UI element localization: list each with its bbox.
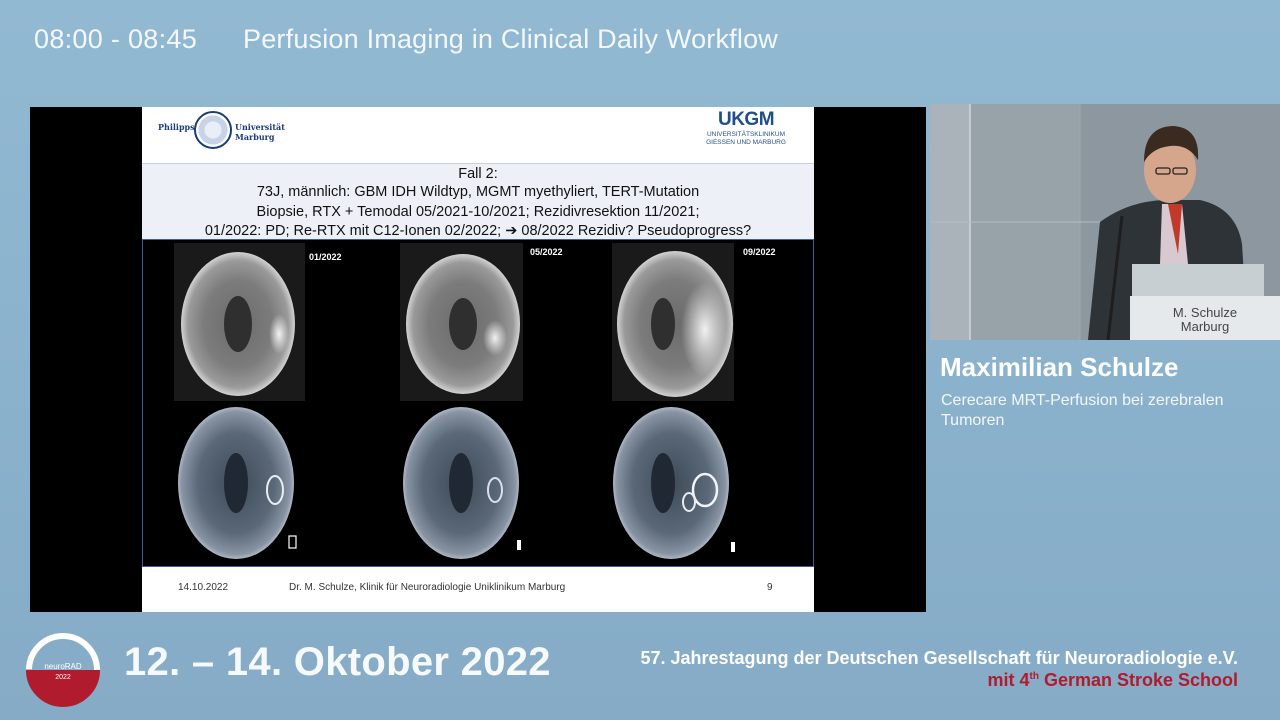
ukgm-logo-subtitle-1: UNIVERSITÄTSKLINIKUM [706, 131, 785, 138]
logo-text-universitaet: Universität [235, 122, 285, 132]
philipps-university-logo: Philipps Universität Marburg [158, 111, 288, 157]
case-line-patient: 73J, männlich: GBM IDH Wildtyp, MGMT mye… [256, 184, 700, 200]
conference-dates: 12. – 14. Oktober 2022 [124, 640, 551, 684]
lectern-sign-line1: M. Schulze [1173, 305, 1237, 320]
slide-footer: 14.10.2022 Dr. M. Schulze, Klinik für Ne… [142, 567, 814, 612]
stroke-school-prefix: mit 4 [987, 670, 1030, 690]
session-title: Perfusion Imaging in Clinical Daily Work… [243, 24, 778, 54]
date-label-jan: 01/2022 [309, 252, 342, 262]
speaker-video-frame: M. Schulze Marburg [930, 104, 1280, 340]
footer-author: Dr. M. Schulze, Klinik für Neuroradiolog… [289, 582, 566, 593]
ukgm-logo-subtitle-2: GIESSEN UND MARBURG [706, 139, 786, 146]
slide-header: Philipps Universität Marburg UKGM UNIVER… [142, 107, 814, 163]
speaker-video: M. Schulze Marburg [930, 104, 1280, 340]
footer-date: 14.10.2022 [178, 582, 229, 593]
mri-image-panel: 01/2022 05/2022 09/2022 [142, 239, 814, 567]
neurorad-logo-year: 2022 [55, 674, 71, 681]
ukgm-logo: UKGM UNIVERSITÄTSKLINIKUM GIESSEN UND MA… [696, 109, 796, 161]
slide-viewport: Philipps Universität Marburg UKGM UNIVER… [30, 107, 926, 612]
case-title: Fall 2: [458, 166, 498, 182]
presentation-slide: Philipps Universität Marburg UKGM UNIVER… [142, 107, 814, 612]
stroke-school-line: mit 4th German Stroke School [987, 670, 1238, 691]
case-line-therapy: Biopsie, RTX + Temodal 05/2021-10/2021; … [256, 204, 700, 220]
lectern-sign-line2: Marburg [1181, 319, 1229, 334]
talk-title: Cerecare MRT-Perfusion bei zerebralen Tu… [941, 392, 1224, 429]
laptop-screen [1132, 264, 1264, 300]
speaker-name: Maximilian Schulze [940, 352, 1179, 382]
stroke-school-suffix: German Stroke School [1038, 670, 1238, 690]
neurorad-logo-icon: neuroRAD 2022 [26, 633, 100, 707]
session-time: 08:00 - 08:45 [34, 24, 198, 54]
logo-text-marburg: Marburg [235, 132, 275, 142]
date-label-may: 05/2022 [530, 247, 563, 257]
university-seal-icon [194, 111, 232, 149]
neurorad-logo: neuroRAD 2022 [26, 633, 100, 707]
case-description: Fall 2: 73J, männlich: GBM IDH Wildtyp, … [142, 163, 814, 239]
ukgm-logo-text: UKGM [717, 109, 775, 130]
date-label-sep: 09/2022 [743, 247, 776, 257]
neurorad-logo-text: neuroRAD [44, 662, 82, 671]
logo-text-philipps: Philipps [158, 122, 195, 132]
mri-images [174, 243, 735, 559]
logo-text-university: Universität Marburg [235, 122, 285, 142]
case-line-followup: 01/2022: PD; Re-RTX mit C12-Ionen 02/202… [204, 223, 752, 239]
conference-name: 57. Jahrestagung der Deutschen Gesellsch… [640, 648, 1238, 668]
footer-page-number: 9 [767, 582, 773, 593]
stroke-school-ordinal: th [1029, 671, 1039, 682]
